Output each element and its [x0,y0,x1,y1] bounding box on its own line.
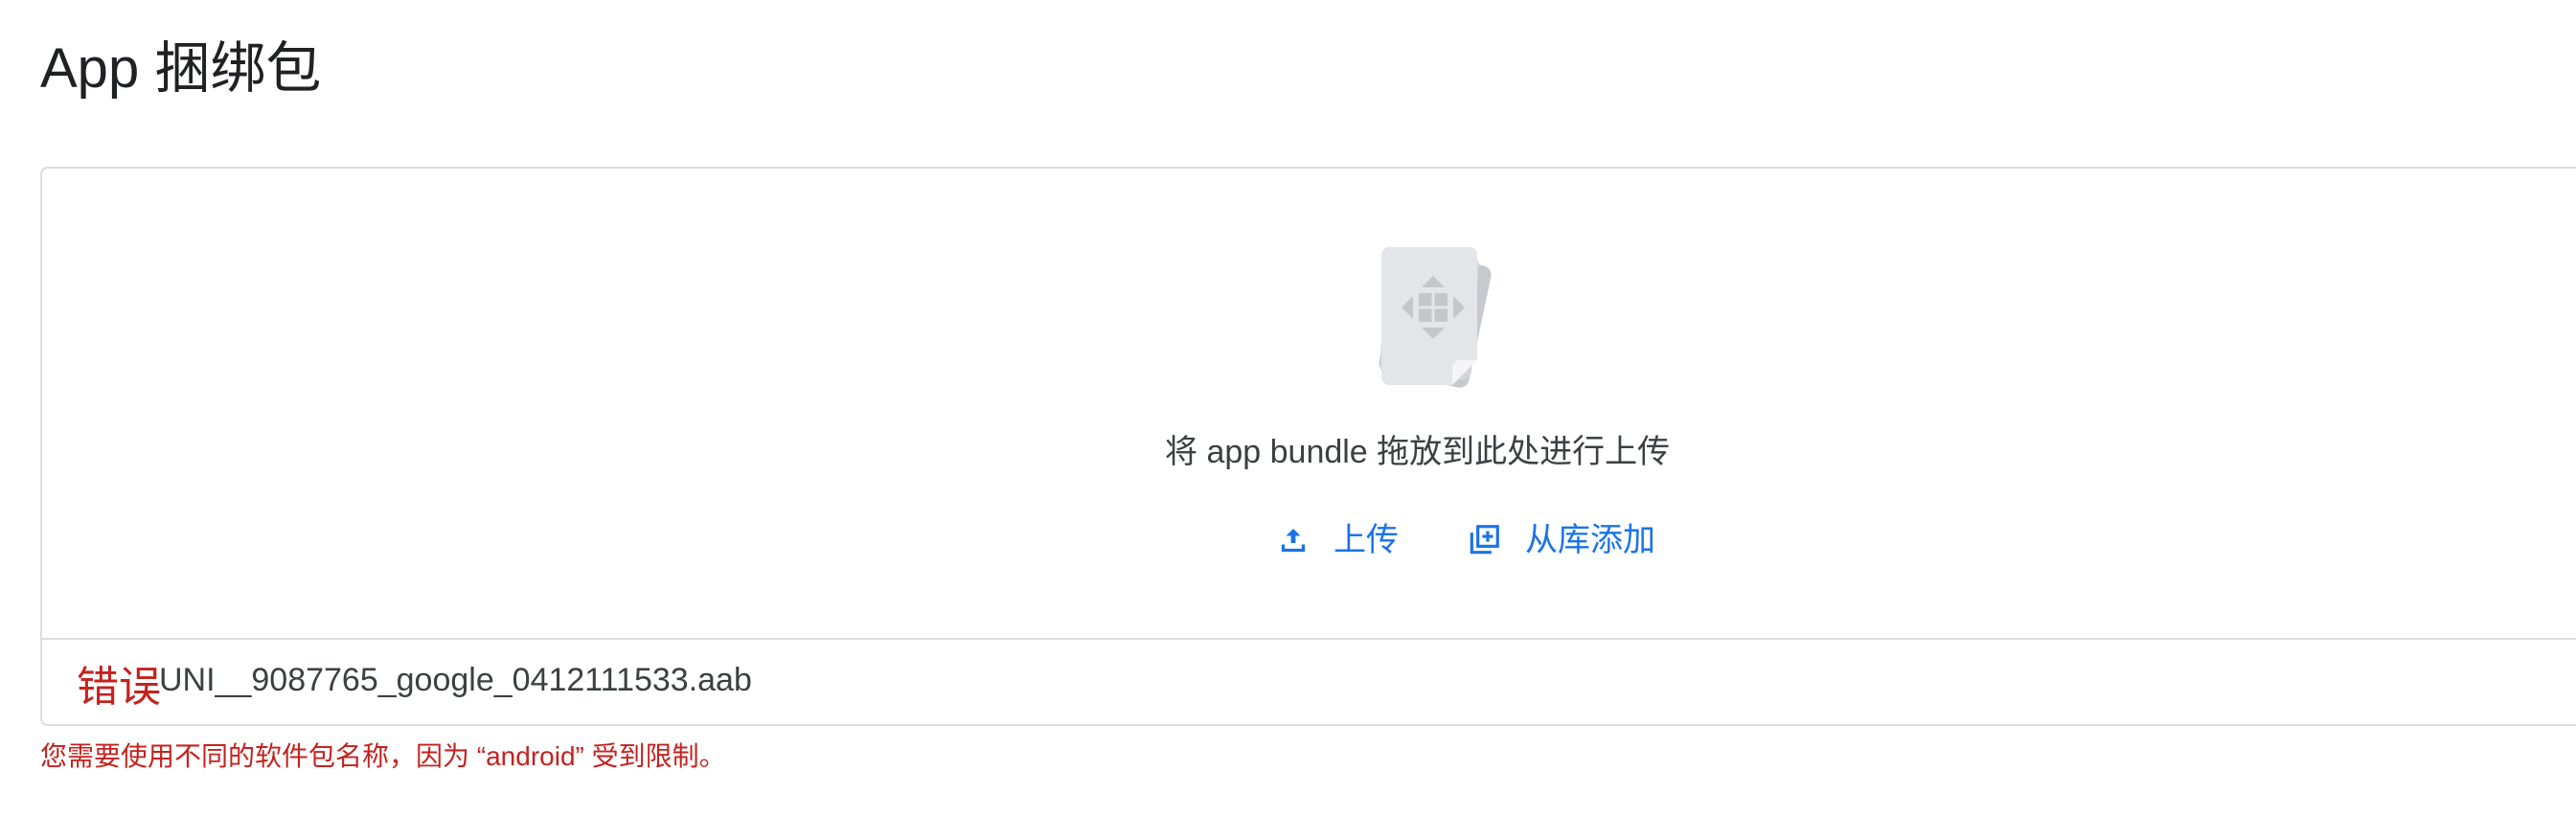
file-name: UNI__9087765_google_0412111533.aab [159,662,752,698]
add-from-library-label: 从库添加 [1525,522,1655,558]
status-badge: 错误 [77,664,161,711]
upload-icon [1276,523,1311,557]
page-title: App 捆绑包 [40,37,322,100]
app-bundle-icon [1351,236,1504,398]
add-from-library-icon [1466,522,1502,558]
upload-button[interactable]: 上传 [1276,510,1399,571]
uploaded-file-row: 错误 UNI__9087765_google_0412111533.aab [42,640,2576,726]
drop-hint-text: 将 app bundle 拖放到此处进行上传 [1165,434,1671,470]
upload-card: 将 app bundle 拖放到此处进行上传 上传 从库添加 错误 UNI__9… [40,167,2576,726]
add-from-library-button[interactable]: 从库添加 [1466,510,1655,571]
bundle-dropzone[interactable]: 将 app bundle 拖放到此处进行上传 上传 从库添加 [42,169,2576,640]
error-message: 您需要使用不同的软件包名称，因为 “android” 受到限制。 [40,741,726,771]
app-bundle-page: App 捆绑包 将 app bundle 拖放到此处进行上传 上传 从库添加 错… [0,0,2576,839]
upload-button-label: 上传 [1334,522,1399,558]
